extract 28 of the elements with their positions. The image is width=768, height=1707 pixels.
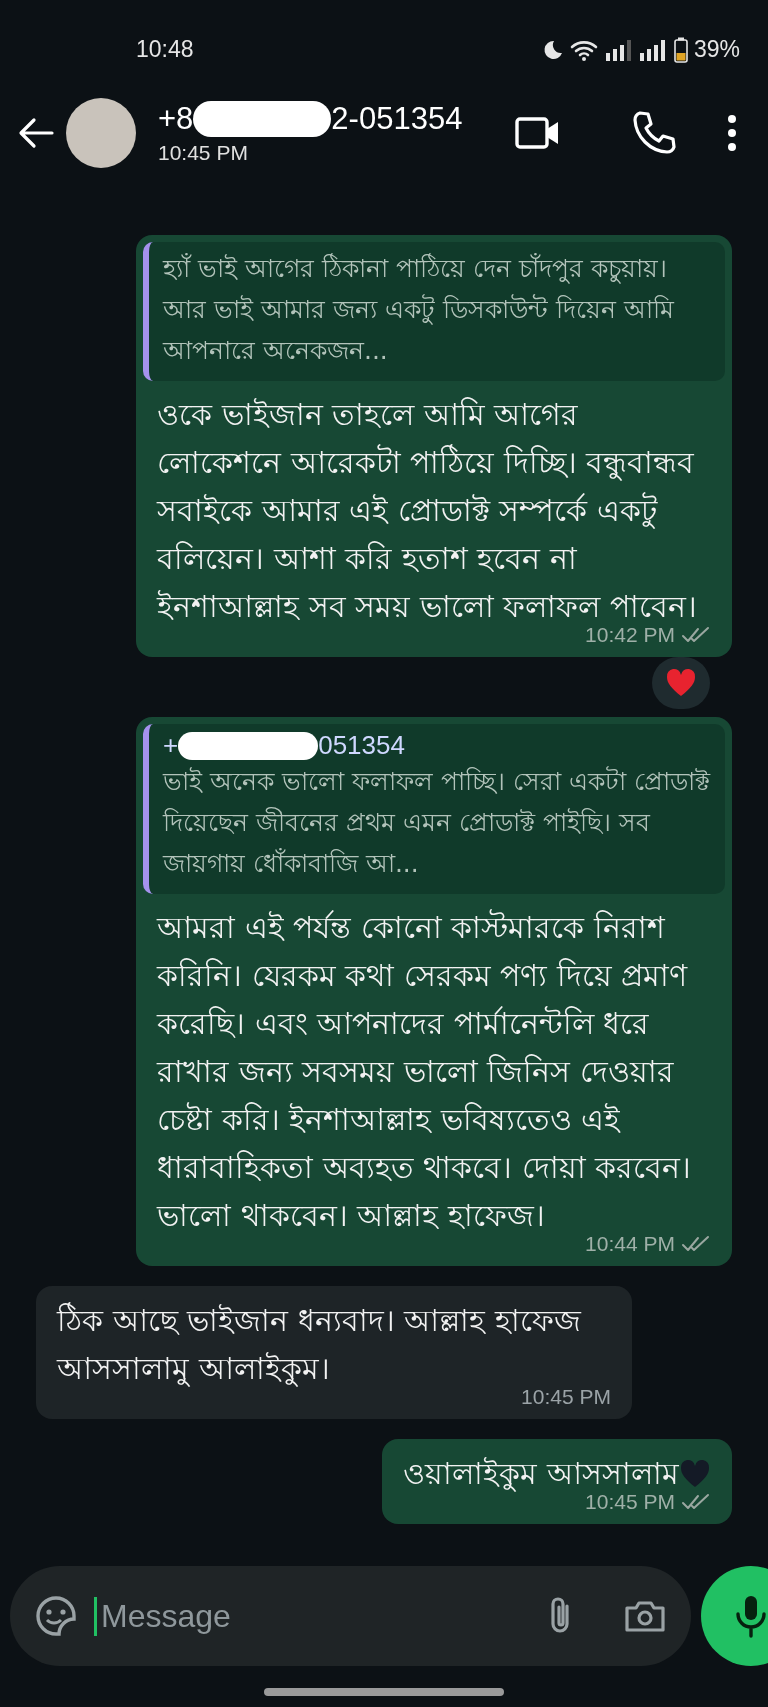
outgoing-message-bubble[interactable] (136, 235, 732, 657)
contact-name[interactable]: +8 (158, 100, 194, 137)
message-text: ওকে ভাইজান তাহলে আমি আগের লোকেশনে আরেকটা পাঠিয়ে দিচ্ছি। বন্ধুবান্ধব সবাইকে আমার এই প্রোডাক্ট সম্পর্কে একটু বলিয়েন। আশা করি হতাশ হবেন না ইনশাআল্লাহ সব সময় ভালো ফলাফল পাবেন। (157, 396, 698, 626)
quoted-message[interactable]: হ্যাঁ ভাই আগের ঠিকানা পাঠিয়ে দেন চাঁদপুর কচুয়ায়। আর ভাই আমার জন্য একটু ডিসকাউন্ট দিয়েন আমি আপনারে অনেকজন... (143, 242, 725, 381)
reaction-badge[interactable] (652, 657, 710, 709)
contact-name[interactable]: 2-051354 (331, 100, 463, 137)
clock-time: 10:48 (136, 36, 195, 63)
message-text: আমরা এই পর্যন্ত কোনো কাস্টমারকে নিরাশ করিনি। যেরকম কথা সেরকম পণ্য দিয়ে প্রমাণ করেছি। এবং আপনাদের পার্মানেন্টলি ধরে রাখার জন্য সবসময় ভালো জিনিস দেওয়ার চেষ্টা করি। ইনশাআল্লাহ ভবিষ্যতেও এই ধারাবাহিকতা অব্যহত থাকবে। দোয়া করবেন। ভালো থাকবেন। আল্লাহ হাফেজ। (157, 908, 693, 1235)
incoming-message-bubble[interactable]: ঠিক আছে ভাইজান ধন্যবাদ। আল্লাহ হাফেজ আসসালামু আলাইকুম। 10:45 PM (36, 1286, 632, 1419)
quoted-sender: + (163, 730, 179, 761)
signal-icon (605, 38, 634, 61)
phone-icon[interactable] (630, 108, 678, 157)
quoted-text: হ্যাঁ ভাই আগের ঠিকানা পাঠিয়ে দেন চাঁদপুর কচুয়ায়। আর ভাই আমার জন্য একটু ডিসকাউন্ট দিয়েন আমি আপনারে অনেকজন... (163, 252, 676, 367)
battery-icon (673, 36, 688, 63)
sticker-icon[interactable] (34, 1594, 78, 1638)
quoted-message[interactable]: + 051354 ভাই অনেক ভালো ফলাফল পাচ্ছি। সেরা একটা প্রোডাক্ট দিয়েছেন জীবনের প্রথম এমন প্রোডাক্ট পাইছি। সব জায়গায় ধোঁকাবাজি আ... (143, 724, 725, 894)
battery-percent: 39% (693, 36, 740, 63)
signal-icon (639, 38, 668, 61)
quoted-text: ভাই অনেক ভালো ফলাফল পাচ্ছি। সেরা একটা প্রোডাক্ট দিয়েছেন জীবনের প্রথম এমন প্রোডাক্ট পাইছি। সব জায়গায় ধোঁকাবাজি আ... (163, 765, 711, 880)
quoted-sender: 051354 (318, 730, 405, 761)
heart-icon (665, 668, 697, 698)
message-time: 10:42 PM (585, 623, 675, 647)
message-input-field[interactable]: Message (94, 1596, 523, 1636)
outgoing-message-bubble[interactable] (136, 717, 732, 1266)
microphone-icon (733, 1594, 768, 1638)
message-time: 10:44 PM (585, 1232, 675, 1256)
last-seen-time: 10:45 PM (158, 140, 249, 165)
menu-icon[interactable] (726, 112, 738, 153)
